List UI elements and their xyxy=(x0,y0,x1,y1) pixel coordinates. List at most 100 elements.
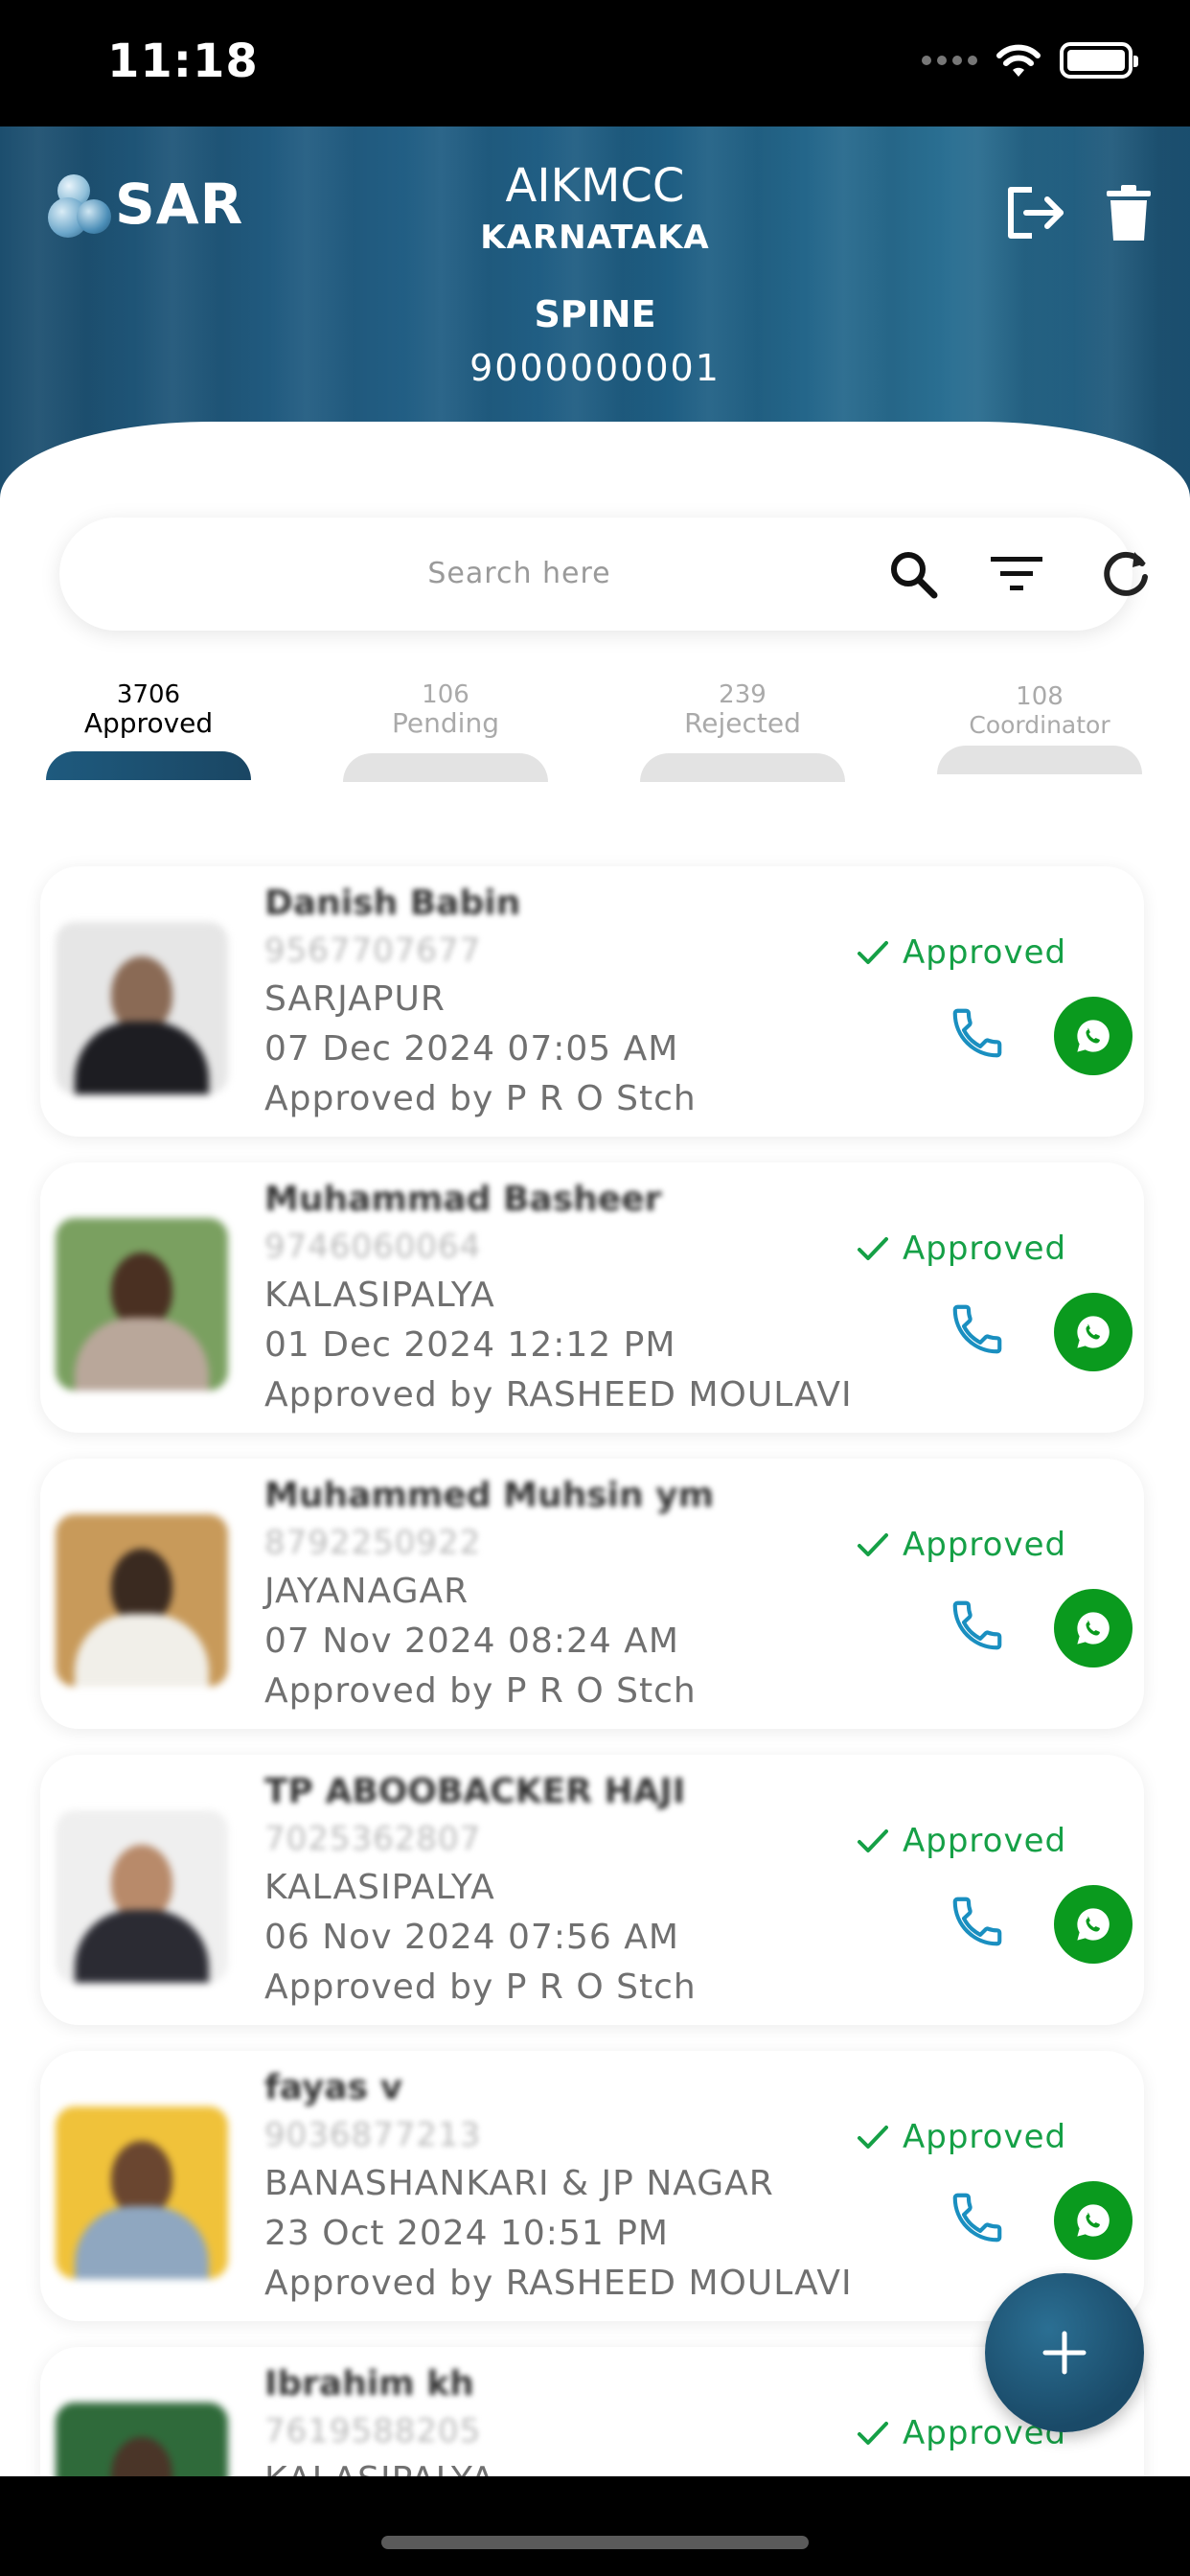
status-text: Approved xyxy=(903,1526,1067,1564)
search-button[interactable] xyxy=(881,542,945,606)
record-phone: 8792250922 xyxy=(264,1524,482,1562)
bottom-safe-area xyxy=(0,2476,1190,2576)
logout-icon xyxy=(1008,187,1064,239)
check-icon xyxy=(858,1237,888,1260)
tab-coordinator[interactable]: 108 Coordinator xyxy=(937,682,1142,740)
record-name: fayas v xyxy=(264,2068,403,2107)
record-area: KALASIPALYA xyxy=(264,1276,495,1315)
avatar xyxy=(56,1514,228,1687)
record-name: Ibrahim kh xyxy=(264,2364,474,2404)
status-text: Approved xyxy=(903,1822,1067,1860)
record-phone: 9746060064 xyxy=(264,1228,482,1266)
refresh-button[interactable] xyxy=(1094,542,1157,606)
status-icons xyxy=(922,42,1138,79)
phone-icon xyxy=(952,1600,1002,1650)
record-approved-by: Approved by P R O Stch xyxy=(264,1967,697,2007)
record-approved-by: Approved by RASHEED MOULAVI xyxy=(264,2264,853,2303)
record-card[interactable]: fayas v 9036877213 BANASHANKARI & JP NAG… xyxy=(40,2051,1144,2321)
call-button[interactable] xyxy=(939,1587,1016,1664)
phone-icon xyxy=(952,2193,1002,2242)
call-button[interactable] xyxy=(939,2179,1016,2256)
search-icon xyxy=(891,552,938,599)
phone-icon xyxy=(952,1897,1002,1946)
filter-icon xyxy=(991,557,1042,590)
whatsapp-button[interactable] xyxy=(1054,997,1133,1075)
check-icon xyxy=(858,1829,888,1852)
whatsapp-button[interactable] xyxy=(1054,1885,1133,1964)
record-phone: 9036877213 xyxy=(264,2116,482,2154)
whatsapp-button[interactable] xyxy=(1054,1293,1133,1371)
record-date: 01 Dec 2024 12:12 PM xyxy=(264,1325,676,1365)
avatar xyxy=(56,1218,228,1391)
record-phone: 7619588205 xyxy=(264,2412,482,2450)
trash-icon xyxy=(1107,185,1151,241)
record-area: JAYANAGAR xyxy=(264,1572,469,1611)
call-button[interactable] xyxy=(939,1883,1016,1960)
record-area: KALASIPALYA xyxy=(264,1868,495,1907)
tab-pending[interactable]: 106 Pending xyxy=(343,680,548,738)
whatsapp-icon xyxy=(1077,1020,1110,1052)
check-icon xyxy=(858,2126,888,2149)
record-date: 07 Dec 2024 07:05 AM xyxy=(264,1029,679,1069)
home-indicator[interactable] xyxy=(381,2536,809,2549)
whatsapp-icon xyxy=(1077,2204,1110,2237)
tab-rejected-label: Rejected xyxy=(684,707,801,739)
record-area: SARJAPUR xyxy=(264,979,446,1019)
whatsapp-icon xyxy=(1077,1908,1110,1941)
tab-coordinator-indicator xyxy=(937,746,1142,774)
avatar xyxy=(56,922,228,1094)
record-approved-by: Approved by RASHEED MOULAVI xyxy=(264,1375,853,1414)
refresh-icon xyxy=(1104,551,1148,596)
logout-button[interactable] xyxy=(996,174,1073,251)
tab-pending-label: Pending xyxy=(392,707,499,739)
tab-approved-indicator xyxy=(46,751,251,780)
record-approved-by: Approved by P R O Stch xyxy=(264,1079,697,1118)
delete-button[interactable] xyxy=(1090,174,1167,251)
tab-rejected-indicator xyxy=(640,753,845,782)
call-button[interactable] xyxy=(939,995,1016,1071)
status-badge: Approved xyxy=(857,1230,1066,1268)
record-name: Muhammad Basheer xyxy=(264,1180,662,1219)
record-date: 06 Nov 2024 07:56 AM xyxy=(264,1918,679,1957)
whatsapp-icon xyxy=(1077,1612,1110,1644)
whatsapp-button[interactable] xyxy=(1054,1589,1133,1668)
tab-approved[interactable]: 3706 Approved xyxy=(46,680,251,738)
status-badge: Approved xyxy=(857,2118,1066,2156)
status-badge: Approved xyxy=(857,933,1066,972)
status-bar: 11:18 xyxy=(0,0,1190,126)
record-card[interactable]: Danish Babin 9567707677 SARJAPUR 07 Dec … xyxy=(40,866,1144,1137)
tab-pending-count: 106 xyxy=(422,680,469,709)
wifi-icon xyxy=(996,44,1041,77)
search-input[interactable] xyxy=(174,546,864,600)
status-badge: Approved xyxy=(857,1822,1066,1860)
record-area: BANASHANKARI & JP NAGAR xyxy=(264,2164,774,2203)
check-icon xyxy=(858,941,888,964)
record-approved-by: Approved by P R O Stch xyxy=(264,1671,697,1711)
tab-rejected-count: 239 xyxy=(719,680,767,709)
record-card[interactable]: Muhammad Basheer 9746060064 KALASIPALYA … xyxy=(40,1162,1144,1433)
record-card[interactable]: TP ABOOBACKER HAJI 7025362807 KALASIPALY… xyxy=(40,1755,1144,2025)
status-text: Approved xyxy=(903,1230,1067,1268)
user-phone: 9000000001 xyxy=(469,347,721,389)
filter-button[interactable] xyxy=(985,542,1048,606)
status-text: Approved xyxy=(903,2118,1067,2156)
status-text: Approved xyxy=(903,933,1067,972)
record-card[interactable]: Muhammed Muhsin ym 8792250922 JAYANAGAR … xyxy=(40,1459,1144,1729)
record-date: 23 Oct 2024 10:51 PM xyxy=(264,2214,669,2253)
call-button[interactable] xyxy=(939,1291,1016,1368)
record-phone: 7025362807 xyxy=(264,1820,482,1858)
status-time: 11:18 xyxy=(107,34,259,88)
tab-rejected[interactable]: 239 Rejected xyxy=(640,680,845,738)
record-name: Muhammed Muhsin ym xyxy=(264,1476,715,1515)
check-icon xyxy=(858,1533,888,1556)
record-phone: 9567707677 xyxy=(264,932,482,970)
tab-approved-count: 3706 xyxy=(116,680,181,709)
record-name: Danish Babin xyxy=(264,884,521,923)
whatsapp-button[interactable] xyxy=(1054,2181,1133,2260)
add-record-button[interactable] xyxy=(985,2273,1144,2432)
whatsapp-icon xyxy=(1077,1316,1110,1348)
tab-coordinator-label: Coordinator xyxy=(969,711,1110,739)
avatar xyxy=(56,1810,228,1983)
search-bar xyxy=(59,518,1148,631)
phone-icon xyxy=(952,1304,1002,1354)
